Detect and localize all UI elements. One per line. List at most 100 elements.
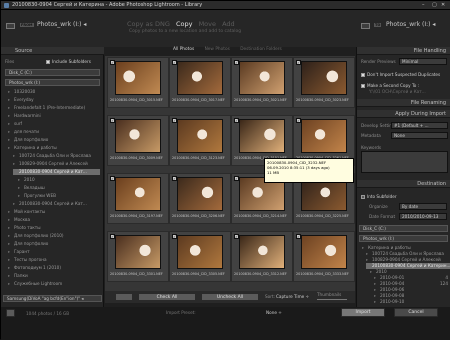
folder-item[interactable]: ▸ Папки	[8, 273, 100, 279]
second-copy-checkbox[interactable]: Make a Second Copy To :	[361, 83, 419, 88]
include-checkbox[interactable]: ✓	[234, 60, 239, 65]
folder-item[interactable]: ▸ Прогулки WEB	[18, 193, 100, 199]
include-checkbox[interactable]: ✓	[172, 60, 177, 65]
photo-filename: 20100830-0904_CID_3214.NEF	[234, 214, 287, 218]
photo-thumbnail[interactable]: ✓ 20100830-0904_CID_3023.NEF	[293, 57, 355, 108]
cancel-button[interactable]: Cancel	[394, 308, 438, 317]
filter-all-photos[interactable]: All Photos	[173, 47, 194, 52]
folder-item[interactable]: ▸ Hardwarmini	[8, 113, 100, 119]
include-checkbox[interactable]: ✓	[234, 176, 239, 181]
folder-item[interactable]: ▸ Для портфолио (2010)	[8, 233, 100, 239]
include-checkbox[interactable]: ✓	[110, 60, 115, 65]
include-checkbox[interactable]: ✓	[296, 60, 301, 65]
mode-move[interactable]: Move	[199, 20, 216, 28]
folder-item[interactable]: ▸ Для портфолио	[8, 241, 100, 247]
close-button[interactable]: ✕	[441, 2, 445, 8]
source-drive-bar[interactable]: Photos_wrk (I:)	[5, 79, 100, 86]
folder-item[interactable]: ▸ Москва	[8, 217, 100, 223]
photo-thumbnail[interactable]: ✓ 20100830-0904_CID_3206.NEF	[169, 173, 231, 224]
mode-add[interactable]: Add	[222, 20, 235, 28]
folder-item[interactable]: ▸ 100724 Свадьба Оли и Ярослава	[13, 153, 100, 159]
metadata-select[interactable]: None	[391, 132, 448, 139]
disk-c-bar[interactable]: Disk_C (C:)	[5, 69, 100, 76]
dest-folder-item[interactable]: ▸ 2010-09-10	[374, 299, 450, 305]
folder-item[interactable]: ▸ Фотоподиум 1 (2010)	[8, 265, 100, 271]
folder-item[interactable]: ▸ Катерина и работы	[8, 145, 100, 151]
dont-import-duplicates-checkbox[interactable]: Don't Import Suspected Duplicates	[361, 72, 440, 77]
photo-thumbnail[interactable]: ✓ 20100830-0904_CID_3009.NEF	[107, 115, 169, 166]
folder-item[interactable]: ▸ Служебные Lightroom	[8, 281, 100, 287]
include-checkbox[interactable]: ✓	[296, 118, 301, 123]
render-previews-select[interactable]: Minimal	[399, 58, 447, 65]
dest-disk-c-bar[interactable]: Disk_C (C:)	[359, 225, 448, 232]
folder-item[interactable]: ▸ Everyday	[8, 97, 100, 103]
folder-item[interactable]: ▸ Для портфолио	[8, 137, 100, 143]
expand-button[interactable]	[6, 309, 15, 317]
photo-thumbnail[interactable]: ✓ 20100830-0904_CID_3333.NEF	[293, 231, 355, 282]
folder-item[interactable]: ▸ Тесты прогона	[8, 257, 100, 263]
folder-item[interactable]: ▸ 2010	[18, 177, 100, 183]
file-renaming-header[interactable]: File Renaming	[357, 99, 450, 107]
include-checkbox[interactable]: ✓	[172, 118, 177, 123]
folder-item[interactable]: ▸ surf	[8, 121, 100, 127]
develop-settings-select[interactable]: #1 (Default + ...	[391, 122, 448, 129]
sort-select[interactable]: Capture Time ÷	[276, 294, 309, 299]
folder-item[interactable]: ▸ Photo такты	[8, 225, 100, 231]
photo-thumbnail[interactable]: ✓ 20100830-0904_CID_3123.NEF	[169, 115, 231, 166]
date-format-select[interactable]: 2010/2010-09-13	[399, 213, 447, 220]
include-checkbox[interactable]: ✓	[172, 234, 177, 239]
include-checkbox[interactable]: ✓	[172, 176, 177, 181]
photo-thumbnail[interactable]: ✓ 20100830-0904_CID_3015.NEF	[107, 57, 169, 108]
filter-destination-folders[interactable]: Destination Folders	[240, 47, 282, 52]
second-copy-path[interactable]: Y:\\01 ОСН\Сергей и Кат...	[369, 89, 426, 94]
include-checkbox[interactable]: ✓	[234, 234, 239, 239]
import-button[interactable]: Import	[341, 308, 385, 317]
to-destination[interactable]: TO Photos_wrk (I:) ◂	[361, 20, 449, 33]
photo-thumbnail[interactable]: ✓ 20100830-0904_CID_3197.NEF	[107, 173, 169, 224]
include-checkbox[interactable]: ✓	[110, 176, 115, 181]
folder-item[interactable]: ▸ 20100830-0904 Сергей и Кат...	[13, 201, 100, 207]
photo-thumbnail[interactable]: ✓ 20100830-0904_CID_3312.NEF	[231, 231, 293, 282]
folder-item[interactable]: ▸ Мой контакты	[8, 209, 100, 215]
mode-copy-as-dng[interactable]: Copy as DNG	[127, 20, 170, 28]
folder-item[interactable]: ▸ Гарант	[8, 249, 100, 255]
import-preset-select[interactable]: None ÷	[266, 310, 282, 315]
photo-filename: 20100830-0904_CID_3305.NEF	[172, 272, 225, 276]
photo-thumbnail[interactable]: ✓ 20100830-0904_CID_3021.NEF	[231, 57, 293, 108]
photo-thumbnail[interactable]: ✓ 20100830-0904_CID_3301.NEF	[107, 231, 169, 282]
drive-icon	[361, 23, 370, 29]
photo-thumbnail[interactable]: ✓ 20100830-0904_CID_3017.NEF	[169, 57, 231, 108]
photo-thumbnail[interactable]: ✓ 20100830-0904_CID_3305.NEF	[169, 231, 231, 282]
maximize-button[interactable]: ▢	[432, 2, 437, 8]
folder-item[interactable]: ▸ для печати	[8, 129, 100, 135]
check-all-button[interactable]: Check All	[138, 293, 196, 301]
minimize-button[interactable]: –	[422, 2, 425, 8]
file-handling-header[interactable]: File Handling	[357, 47, 450, 55]
dest-drive-bar[interactable]: Photos_wrk (I:)	[359, 235, 448, 242]
mode-copy[interactable]: Copy	[176, 20, 193, 28]
organize-select[interactable]: By date	[399, 203, 447, 210]
include-checkbox[interactable]: ✓	[296, 234, 301, 239]
folder-label: 20100830-0904 Сергей и Кат...	[19, 201, 87, 206]
thumbnail-size-slider[interactable]	[317, 299, 347, 300]
filter-new-photos[interactable]: New Photos	[205, 47, 230, 52]
destination-header[interactable]: Destination	[357, 180, 450, 188]
uncheck-all-button[interactable]: Uncheck All	[201, 293, 259, 301]
folder-item[interactable]: ▸ 10320030	[8, 89, 100, 95]
keywords-field[interactable]	[361, 151, 448, 173]
folder-item[interactable]: ▸ 100829-0904 Сергей и Алексей	[13, 161, 100, 167]
folder-item[interactable]: ▸ Вкладыш	[18, 185, 100, 191]
apply-during-import-header[interactable]: Apply During Import	[357, 110, 450, 118]
include-subfolders-checkbox[interactable]: Include Subfolders	[46, 59, 91, 64]
import-mode-tabs: Copy as DNG Copy Move Add Copy photos to…	[127, 20, 327, 34]
include-checkbox[interactable]: ✓	[110, 118, 115, 123]
include-checkbox[interactable]: ✓	[110, 234, 115, 239]
disk-samsung[interactable]: Samsung(DiVoA "ag bcfd(En"ion")" ◂	[3, 295, 102, 302]
source-header[interactable]: Source	[1, 47, 104, 55]
into-subfolder-checkbox[interactable]: Into Subfolder	[361, 194, 397, 199]
from-source[interactable]: FROM Photos_wrk (I:) ◂	[6, 20, 103, 33]
grid-view-button[interactable]	[115, 293, 133, 301]
folder-item[interactable]: ▸ 20100830-0904 Сергей и Кат...	[13, 169, 100, 175]
include-checkbox[interactable]: ✓	[234, 118, 239, 123]
folder-item[interactable]: ▸ Freelandefalt 1 (Pre-Intermediate)	[8, 105, 100, 111]
